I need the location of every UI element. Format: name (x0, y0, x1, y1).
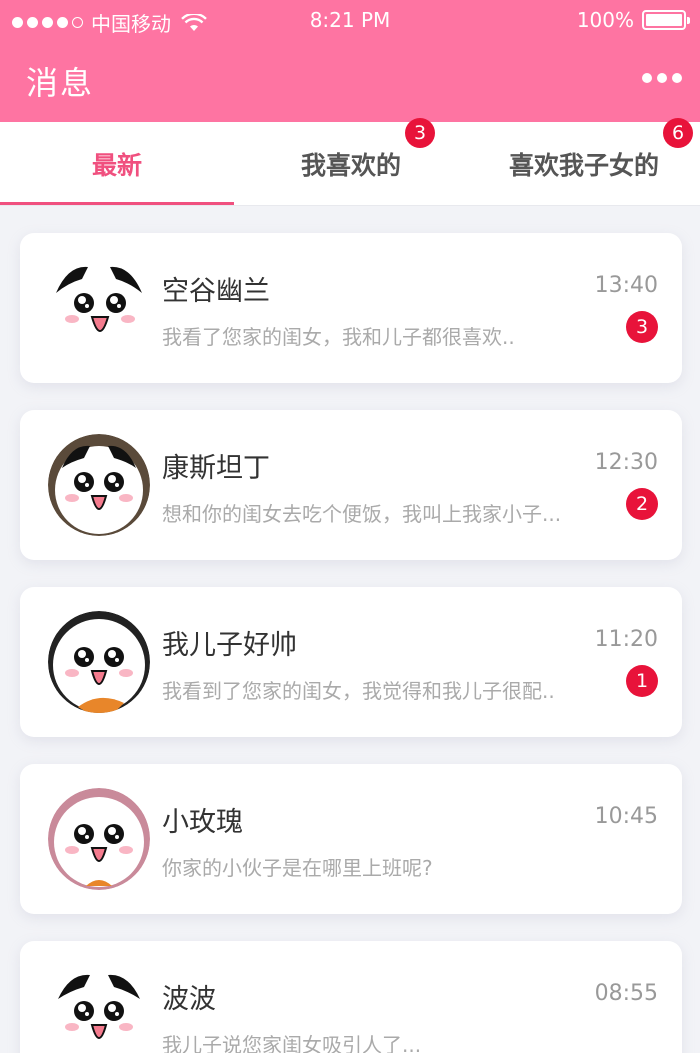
message-time: 10:45 (594, 804, 658, 829)
contact-name: 我儿子好帅 (162, 630, 297, 661)
message-preview: 你家的小伙子是在哪里上班呢? (162, 856, 433, 880)
page-title: 消息 (26, 64, 95, 102)
unread-badge: 1 (626, 665, 658, 697)
bunny-avatar-icon (48, 788, 150, 890)
message-time: 12:30 (594, 450, 658, 475)
tab-liked-my-children[interactable]: 喜欢我子女的 6 (468, 118, 700, 206)
message-item[interactable]: 波波 08:55 我儿子说您家闺女吸引人了... (20, 941, 682, 1053)
bunny-avatar-icon (51, 971, 147, 1053)
message-time: 08:55 (594, 981, 658, 1006)
message-time: 11:20 (594, 627, 658, 652)
message-item[interactable]: 康斯坦丁 12:30 想和你的闺女去吃个便饭，我叫上我家小子... 2 (20, 410, 682, 560)
message-time: 13:40 (594, 273, 658, 298)
tab-bar: 最新 我喜欢的 3 喜欢我子女的 6 (0, 118, 700, 206)
contact-name: 空谷幽兰 (162, 276, 270, 307)
contact-name: 波波 (162, 984, 216, 1015)
bunny-avatar-icon (51, 263, 147, 359)
avatar (48, 788, 150, 890)
tab-latest[interactable]: 最新 (0, 122, 234, 206)
status-bar: 中国移动 8:21 PM 100% (0, 0, 700, 40)
avatar (48, 257, 150, 359)
unread-badge: 3 (626, 311, 658, 343)
status-right: 100% (576, 8, 690, 32)
unread-badge: 2 (626, 488, 658, 520)
tab-label: 我喜欢的 (300, 151, 401, 180)
message-preview: 我儿子说您家闺女吸引人了... (162, 1033, 422, 1053)
message-preview: 我看了您家的闺女，我和儿子都很喜欢.. (162, 325, 515, 349)
message-item[interactable]: 空谷幽兰 13:40 我看了您家的闺女，我和儿子都很喜欢.. 3 (20, 233, 682, 383)
tab-badge: 3 (405, 118, 435, 148)
more-dot-icon (657, 73, 667, 83)
more-dot-icon (642, 73, 652, 83)
app-header: 中国移动 8:21 PM 100% 消息 (0, 0, 700, 122)
more-options-button[interactable] (642, 66, 682, 90)
avatar (48, 434, 150, 536)
bunny-avatar-icon (48, 611, 150, 713)
message-preview: 想和你的闺女去吃个便饭，我叫上我家小子... (162, 502, 562, 526)
active-tab-indicator (0, 202, 234, 205)
tab-label: 喜欢我子女的 (508, 151, 659, 180)
contact-name: 小玫瑰 (162, 807, 243, 838)
more-dot-icon (672, 73, 682, 83)
tab-i-liked[interactable]: 我喜欢的 3 (234, 118, 468, 206)
message-item[interactable]: 小玫瑰 10:45 你家的小伙子是在哪里上班呢? (20, 764, 682, 914)
battery-icon (642, 10, 690, 30)
message-preview: 我看到了您家的闺女，我觉得和我儿子很配.. (162, 679, 555, 703)
message-item[interactable]: 我儿子好帅 11:20 我看到了您家的闺女，我觉得和我儿子很配.. 1 (20, 587, 682, 737)
avatar (48, 965, 150, 1053)
contact-name: 康斯坦丁 (162, 453, 270, 484)
bunny-avatar-icon (48, 434, 150, 536)
tab-label: 最新 (91, 151, 142, 180)
avatar (48, 611, 150, 713)
battery-percent: 100% (576, 8, 634, 32)
tab-badge: 6 (663, 118, 693, 148)
